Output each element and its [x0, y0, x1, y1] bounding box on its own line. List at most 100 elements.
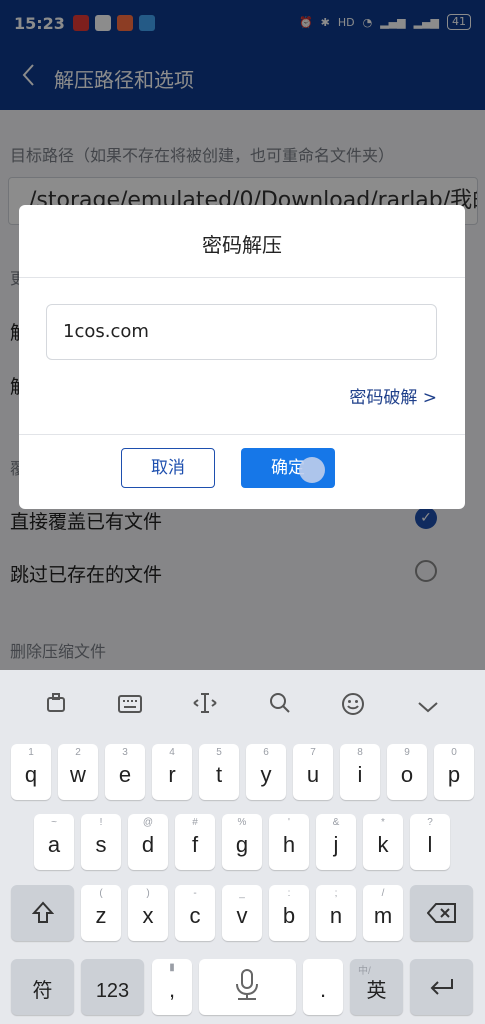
key-hint: (	[99, 888, 103, 899]
key-label: e	[118, 762, 132, 787]
key-label: l	[427, 832, 433, 857]
emoji-icon[interactable]	[338, 692, 368, 722]
key-label: a	[47, 832, 61, 857]
key-v[interactable]: _ v	[222, 885, 262, 941]
backspace-key[interactable]	[410, 885, 473, 941]
keyboard-icon[interactable]	[115, 692, 145, 722]
key-label: z	[95, 903, 107, 928]
enter-icon	[430, 979, 453, 995]
key-hint: 9	[404, 747, 410, 758]
key-s[interactable]: ! s	[81, 814, 121, 870]
key-j[interactable]: & j	[316, 814, 356, 870]
touch-indicator	[299, 457, 325, 483]
key-u[interactable]: 7u	[293, 744, 333, 800]
collapse-keyboard-icon[interactable]	[413, 692, 443, 722]
key-label: d	[141, 832, 155, 857]
numbers-key-label: 123	[95, 980, 130, 1002]
key-r[interactable]: 4r	[152, 744, 192, 800]
key-hint: &	[332, 817, 340, 828]
enter-key[interactable]	[410, 959, 473, 1015]
symbols-key[interactable]: 符	[11, 959, 74, 1015]
key-k[interactable]: * k	[363, 814, 403, 870]
key-hint: 2	[75, 747, 81, 758]
key-label: w	[70, 762, 86, 787]
key-label: j	[333, 832, 339, 857]
key-hint: /	[381, 888, 385, 899]
key-f[interactable]: # f	[175, 814, 215, 870]
soft-keyboard: 符 123 ▮ , . 中/ 英 1 q 2 w 3 e 4 r 5 t 6 y 7 u 8 i 9 o 0 p ~ a!…	[0, 670, 485, 1024]
key-hint: ;	[334, 888, 338, 899]
key-label: y	[260, 762, 272, 787]
comma-key-label: ,	[168, 977, 176, 1002]
key-p[interactable]: 0p	[434, 744, 474, 800]
key-label: x	[142, 903, 154, 928]
key-i[interactable]: 8i	[340, 744, 380, 800]
key-t[interactable]: 5t	[199, 744, 239, 800]
key-hint: #	[192, 817, 198, 828]
microphone-icon	[236, 969, 258, 1000]
key-hint: -	[193, 888, 197, 899]
cursor-icon[interactable]	[190, 692, 220, 722]
language-key-label: 英	[366, 980, 387, 1002]
key-h[interactable]: ' h	[269, 814, 309, 870]
key-hint: *	[381, 817, 385, 828]
key-hint: @	[142, 817, 154, 828]
key-g[interactable]: % g	[222, 814, 262, 870]
key-hint: 8	[357, 747, 363, 758]
key-label: p	[447, 762, 461, 787]
backspace-icon	[427, 903, 456, 923]
password-crack-link[interactable]: 密码破解 >	[349, 383, 437, 408]
key-y[interactable]: 6y	[246, 744, 286, 800]
key-label: q	[24, 762, 38, 787]
divider	[19, 434, 465, 435]
key-o[interactable]: 9o	[387, 744, 427, 800]
key-m[interactable]: / m	[363, 885, 403, 941]
key-label: k	[377, 832, 389, 857]
key-hint: ?	[427, 817, 433, 828]
password-dialog: 密码解压 1cos.com 密码破解 > 取消 确定	[19, 205, 465, 509]
numbers-key[interactable]: 123	[81, 959, 144, 1015]
key-x[interactable]: ) x	[128, 885, 168, 941]
period-key[interactable]: .	[303, 959, 343, 1015]
password-input[interactable]: 1cos.com	[46, 304, 437, 360]
key-q[interactable]: 1q	[11, 744, 51, 800]
key-c[interactable]: -c	[175, 885, 215, 941]
key-d[interactable]: @ d	[128, 814, 168, 870]
key-hint: 5	[216, 747, 222, 758]
key-hint: 3	[122, 747, 128, 758]
key-z[interactable]: (z	[81, 885, 121, 941]
key-label: b	[282, 903, 296, 928]
key-hint: 7	[310, 747, 316, 758]
key-label: m	[373, 903, 393, 928]
comma-key[interactable]: ▮ ,	[152, 959, 192, 1015]
key-label: t	[215, 762, 223, 787]
clipboard-icon[interactable]	[41, 692, 71, 722]
cancel-button[interactable]: 取消	[121, 448, 215, 488]
search-icon[interactable]	[265, 692, 295, 722]
key-hint: %	[237, 817, 247, 828]
key-label: c	[189, 903, 201, 928]
key-hint: 6	[263, 747, 269, 758]
key-hint: '	[288, 817, 290, 828]
key-label: h	[282, 832, 296, 857]
key-a[interactable]: ~ a	[34, 814, 74, 870]
key-label: u	[306, 762, 320, 787]
space-key[interactable]	[199, 959, 296, 1015]
key-label: r	[168, 762, 176, 787]
key-label: i	[357, 762, 363, 787]
language-switch-key[interactable]: 中/ 英	[350, 959, 403, 1015]
key-l[interactable]: ? l	[410, 814, 450, 870]
period-key-label: .	[319, 977, 327, 1002]
shift-key[interactable]	[11, 885, 74, 941]
key-hint: 4	[169, 747, 175, 758]
dialog-title: 密码解压	[202, 233, 282, 257]
key-label: o	[400, 762, 414, 787]
key-w[interactable]: 2w	[58, 744, 98, 800]
key-hint: 1	[28, 747, 34, 758]
key-hint: _	[239, 888, 245, 899]
shift-icon	[32, 901, 54, 923]
key-b[interactable]: :b	[269, 885, 309, 941]
key-n[interactable]: ; n	[316, 885, 356, 941]
key-hint: :	[287, 888, 291, 899]
key-e[interactable]: 3e	[105, 744, 145, 800]
